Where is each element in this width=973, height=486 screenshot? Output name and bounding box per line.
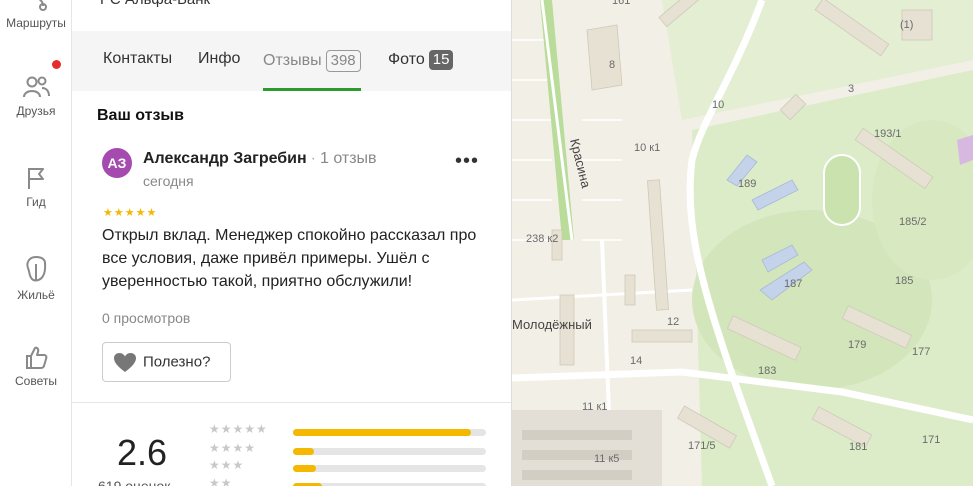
tab-label: Отзывы bbox=[263, 52, 322, 69]
separator-dot: · bbox=[310, 150, 316, 167]
divider bbox=[72, 402, 511, 403]
rail-item-housing[interactable]: Жильё bbox=[0, 254, 72, 302]
map-label: 193/1 bbox=[874, 128, 902, 140]
heart-icon bbox=[114, 352, 136, 372]
tab-label: Инфо bbox=[198, 50, 241, 67]
thumb-up-icon bbox=[26, 346, 48, 369]
distribution-stars: ★★ bbox=[209, 476, 233, 486]
distribution-track bbox=[293, 465, 486, 472]
tab-contacts[interactable]: Контакты bbox=[103, 50, 172, 91]
rail-item-tips[interactable]: Советы bbox=[0, 344, 72, 388]
author-review-count: 1 отзыв bbox=[320, 150, 377, 167]
rail-item-routes[interactable]: Маршруты bbox=[0, 0, 72, 30]
map-label: 10 к1 bbox=[634, 142, 660, 154]
distribution-fill bbox=[293, 429, 471, 436]
map-label: 185/2 bbox=[899, 216, 927, 228]
map-label: 14 bbox=[630, 355, 642, 367]
rating-count: 619 оценок bbox=[98, 478, 171, 486]
author-name[interactable]: Александр Загребин bbox=[143, 150, 307, 167]
left-rail: Маршруты Друзья Гид Жильё Советы bbox=[0, 0, 72, 486]
review-date: сегодня bbox=[143, 173, 194, 189]
map-canvas[interactable]: 161(1)8Красина103193/110 к1189185/2238 к… bbox=[512, 0, 973, 486]
map-label: 12 bbox=[667, 316, 679, 328]
map-label: 161 bbox=[612, 0, 630, 7]
rail-item-label: Маршруты bbox=[6, 16, 66, 30]
rail-item-label: Друзья bbox=[16, 104, 56, 118]
tab-info[interactable]: Инфо bbox=[198, 50, 240, 91]
review-author-line: Александр Загребин · 1 отзыв bbox=[143, 150, 377, 168]
distribution-track bbox=[293, 448, 486, 455]
map-label: 183 bbox=[758, 365, 776, 377]
distribution-fill bbox=[293, 448, 315, 455]
rail-item-label: Советы bbox=[15, 374, 57, 388]
flag-icon bbox=[28, 168, 44, 189]
map-label: 185 bbox=[895, 275, 913, 287]
distribution-stars: ★★★★★ bbox=[209, 422, 268, 436]
distribution-stars: ★★★ bbox=[209, 458, 245, 472]
useful-button[interactable]: Полезно? bbox=[102, 342, 231, 382]
more-options-icon[interactable]: ••• bbox=[455, 150, 479, 173]
views-count: 0 просмотров bbox=[102, 310, 191, 326]
rail-item-guide[interactable]: Гид bbox=[0, 165, 72, 209]
tab-photos[interactable]: Фото 15 bbox=[388, 50, 454, 91]
notification-dot bbox=[52, 60, 61, 69]
rail-item-friends[interactable]: Друзья bbox=[0, 74, 72, 118]
map-label: 187 bbox=[784, 278, 802, 290]
overall-rating: 2.6 bbox=[117, 432, 168, 473]
map-label: 11 к1 bbox=[582, 401, 607, 413]
map-label: 179 bbox=[848, 339, 866, 351]
distribution-track bbox=[293, 429, 486, 436]
review-text: Открыл вклад. Менеджер спокойно рассказа… bbox=[102, 227, 477, 290]
map-label: 238 к2 bbox=[526, 233, 558, 245]
your-review-title: Ваш отзыв bbox=[97, 107, 184, 124]
map-label: (1) bbox=[900, 19, 913, 31]
map-label: 10 bbox=[712, 99, 724, 111]
map-label: 11 к5 bbox=[594, 453, 619, 465]
house-icon bbox=[26, 255, 47, 282]
organization-panel: РС Альфа-Банк Контакты Инфо Отзывы398 Фо… bbox=[72, 0, 512, 486]
photos-count-badge: 15 bbox=[428, 50, 454, 70]
friends-icon bbox=[23, 76, 50, 98]
tab-label: Контакты bbox=[103, 50, 173, 67]
map-label: 171 bbox=[922, 434, 940, 446]
map-label: 8 bbox=[609, 59, 615, 71]
distribution-fill bbox=[293, 465, 317, 472]
rail-item-label: Гид bbox=[26, 195, 46, 209]
map-view[interactable]: 161 (1) 8 Красина 10 3 193/1 10 к1 189 185/2 238 к… bbox=[512, 0, 973, 486]
avatar[interactable]: АЗ bbox=[102, 148, 132, 178]
review-stars: ★★★★★ bbox=[103, 207, 158, 219]
rail-item-label: Жильё bbox=[17, 288, 55, 302]
tab-reviews[interactable]: Отзывы 398 bbox=[263, 50, 361, 91]
map-label: 3 bbox=[848, 83, 854, 95]
route-icon bbox=[38, 0, 47, 11]
map-label: 181 bbox=[849, 441, 867, 453]
tab-bar: Контакты Инфо Отзывы 398 Фото 15 bbox=[72, 31, 511, 91]
distribution-stars: ★★★★ bbox=[209, 441, 257, 455]
useful-label: Полезно? bbox=[143, 352, 211, 370]
map-label: 189 bbox=[738, 178, 756, 190]
map-label: 171/5 bbox=[688, 440, 716, 452]
organization-name: РС Альфа-Банк bbox=[100, 0, 210, 8]
map-label: 177 bbox=[912, 346, 930, 358]
map-label: Молодёжный bbox=[512, 317, 592, 332]
reviews-count-badge: 398 bbox=[325, 50, 361, 72]
tab-label: Фото bbox=[388, 51, 425, 68]
